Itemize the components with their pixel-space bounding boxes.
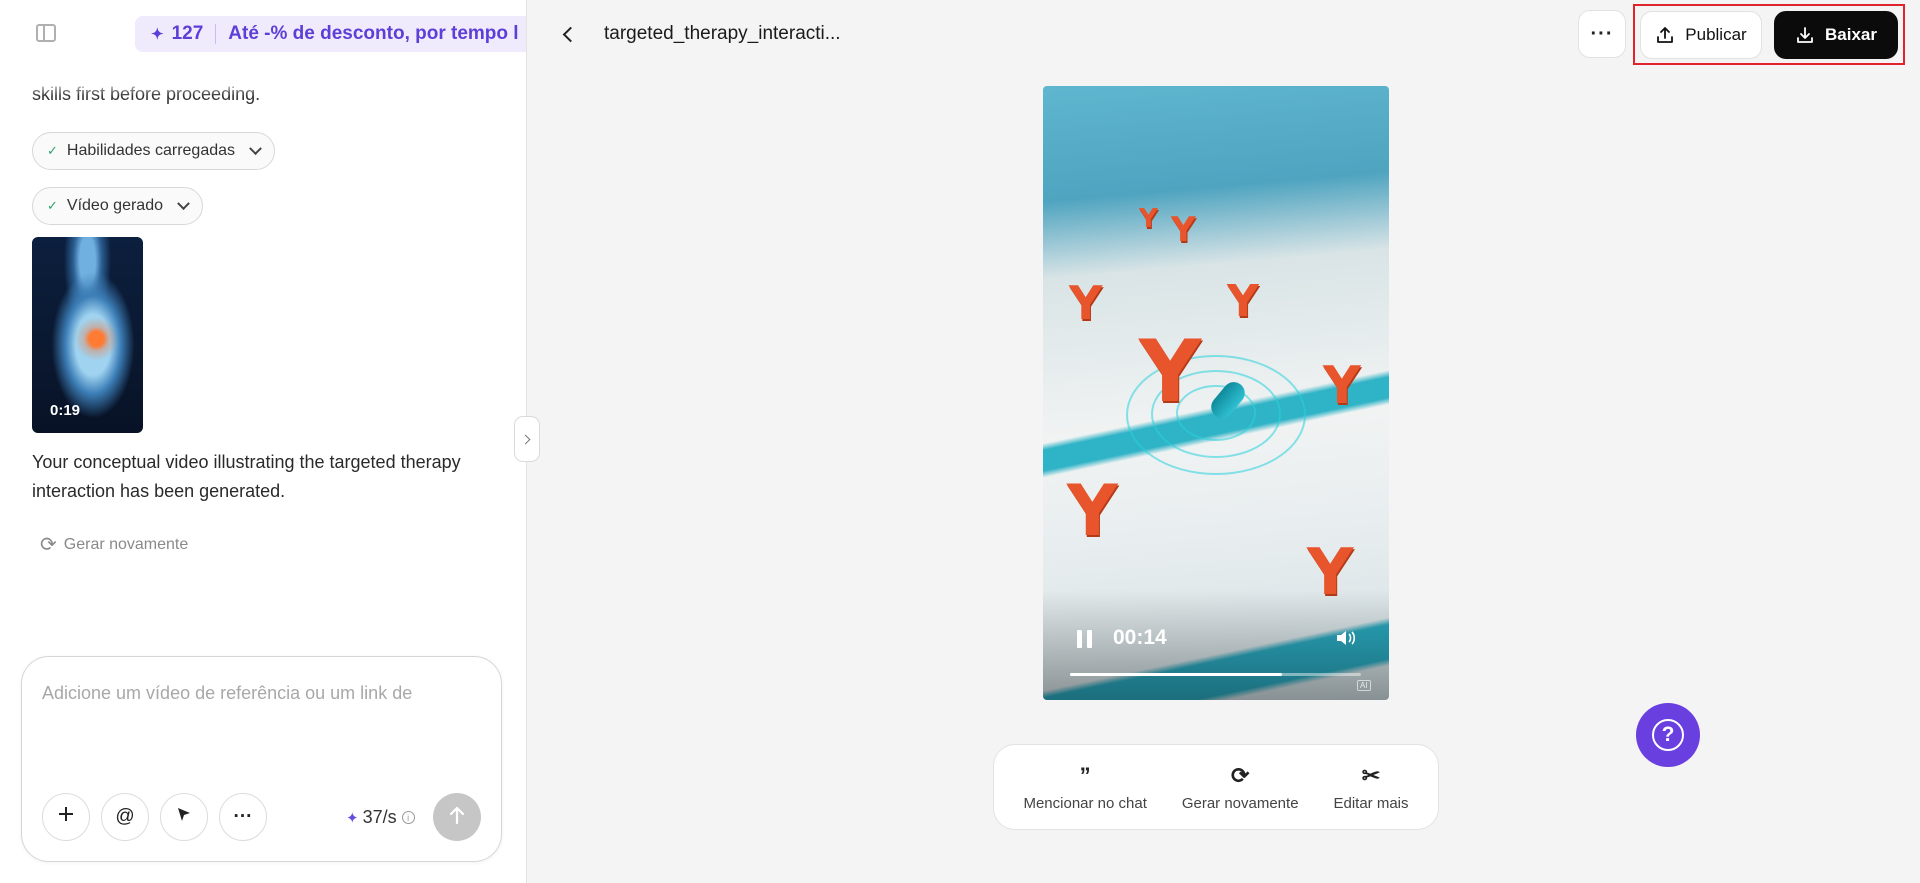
add-attachment-button[interactable] <box>42 793 90 841</box>
check-icon: ✓ <box>47 143 58 158</box>
chevron-left-icon <box>562 26 578 42</box>
chevron-down-icon <box>249 141 262 155</box>
send-button[interactable] <box>433 793 481 841</box>
sparkle-icon: ✦ <box>151 26 164 43</box>
volume-icon[interactable] <box>1335 629 1357 652</box>
video-player[interactable]: Y Y Y Y Y Y Y Y 00:14 AI <box>1043 86 1389 700</box>
more-menu-button[interactable]: ··· <box>1578 10 1626 58</box>
arrow-up-icon <box>448 805 466 830</box>
back-button[interactable] <box>556 22 580 46</box>
video-thumbnail[interactable]: 0:19 <box>32 237 143 433</box>
antibody-shape: Y <box>1139 322 1202 422</box>
step-pill-video-generated[interactable]: ✓ Vídeo gerado <box>32 187 203 225</box>
antibody-shape: Y <box>1227 276 1259 327</box>
progress-fill <box>1070 673 1283 676</box>
panel-collapse-handle[interactable] <box>514 416 540 462</box>
scroll-fade <box>0 60 526 96</box>
assistant-message: Your conceptual video illustrating the t… <box>32 452 461 501</box>
action-label: Mencionar no chat <box>1023 794 1147 812</box>
chevron-down-icon <box>177 196 190 210</box>
publish-button[interactable]: Publicar <box>1640 11 1762 59</box>
action-label: Editar mais <box>1333 794 1409 812</box>
publish-label: Publicar <box>1685 25 1747 44</box>
credit-rate: ✦ 37/s i <box>346 807 415 828</box>
quote-icon: ” <box>1079 762 1091 788</box>
mention-button[interactable]: @ <box>101 793 149 841</box>
sidebar-toggle-icon[interactable] <box>36 24 56 42</box>
step-label: Vídeo gerado <box>66 197 163 214</box>
promo-credits: 127 <box>171 23 204 44</box>
antibody-shape: Y <box>1067 470 1118 552</box>
regenerate-link[interactable]: ⟳ Gerar novamente <box>40 532 188 557</box>
pause-icon[interactable] <box>1077 630 1093 648</box>
thumbnail-duration: 0:19 <box>50 402 81 419</box>
antibody-shape: Y <box>1139 204 1158 234</box>
download-icon <box>1795 25 1815 45</box>
step-label: Habilidades carregadas <box>66 142 236 159</box>
sparkle-icon: ✦ <box>346 809 359 827</box>
video-actions-bar: ” Mencionar no chat ⟳ Gerar novamente ✂ … <box>993 744 1439 830</box>
refresh-icon: ⟳ <box>1230 762 1250 788</box>
promo-divider <box>215 24 217 44</box>
action-label: Gerar novamente <box>1181 794 1299 812</box>
antibody-shape: Y <box>1171 210 1196 250</box>
edit-more-button[interactable]: ✂ Editar mais <box>1333 763 1408 812</box>
upload-icon <box>1655 25 1675 45</box>
antibody-shape: Y <box>1069 276 1103 330</box>
info-icon[interactable]: i <box>401 811 415 824</box>
mention-in-chat-button[interactable]: ” Mencionar no chat <box>1023 763 1146 812</box>
ai-watermark: AI <box>1357 680 1371 691</box>
ellipsis-icon: ··· <box>233 806 253 827</box>
check-icon: ✓ <box>47 198 58 213</box>
antibody-shape: Y <box>1323 356 1361 416</box>
scissors-icon: ✂ <box>1361 762 1381 788</box>
regenerate-label: Gerar novamente <box>63 535 189 553</box>
cursor-icon <box>175 805 193 829</box>
promo-text: Até -% de desconto, por tempo l <box>228 23 519 44</box>
help-button[interactable]: ? <box>1636 703 1700 767</box>
ellipsis-icon: ··· <box>1590 22 1614 45</box>
help-icon: ? <box>1652 719 1684 751</box>
cursor-mode-button[interactable] <box>160 793 208 841</box>
plus-icon <box>57 805 75 829</box>
download-label: Baixar <box>1825 25 1877 44</box>
promo-banner[interactable]: ✦ 127 Até -% de desconto, por tempo l <box>135 16 526 52</box>
current-time: 00:14 <box>1113 626 1167 649</box>
at-icon: @ <box>115 806 135 827</box>
regenerate-button[interactable]: ⟳ Gerar novamente <box>1182 763 1299 812</box>
chat-panel: ✦ 127 Até -% de desconto, por tempo l sk… <box>0 0 527 883</box>
step-pill-skills-loaded[interactable]: ✓ Habilidades carregadas <box>32 132 276 170</box>
download-button[interactable]: Baixar <box>1774 11 1898 59</box>
prompt-input[interactable] <box>42 683 482 743</box>
chat-composer: @ ··· ✦ 37/s i <box>21 656 502 862</box>
credit-rate-value: 37/s <box>362 807 397 827</box>
chevron-right-icon <box>520 434 531 444</box>
refresh-icon: ⟳ <box>40 534 57 556</box>
progress-track[interactable] <box>1070 673 1361 676</box>
video-title: targeted_therapy_interacti... <box>604 23 841 44</box>
more-options-button[interactable]: ··· <box>219 793 267 841</box>
